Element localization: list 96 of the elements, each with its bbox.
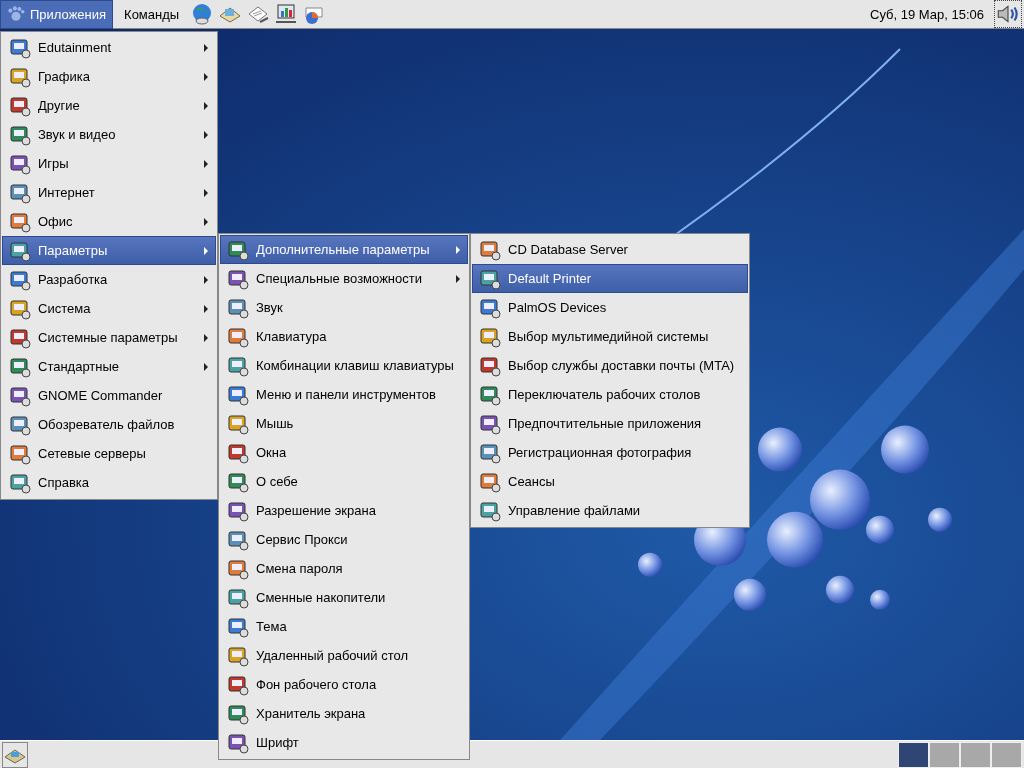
- clock[interactable]: Суб, 19 Мар, 15:06: [864, 6, 990, 22]
- application-icon: [479, 499, 501, 522]
- volume-icon[interactable]: [994, 0, 1022, 28]
- menu-item[interactable]: Сменные накопители: [220, 583, 468, 612]
- menu-item[interactable]: Фон рабочего стола: [220, 670, 468, 699]
- application-icon: [9, 36, 31, 59]
- menu-item[interactable]: Специальные возможности: [220, 264, 468, 293]
- application-icon: [9, 297, 31, 320]
- menu-item[interactable]: Разработка: [2, 265, 216, 294]
- application-icon: [227, 238, 249, 261]
- menu-item[interactable]: Мышь: [220, 409, 468, 438]
- menu-item[interactable]: Меню и панели инструментов: [220, 380, 468, 409]
- menu-item[interactable]: Шрифт: [220, 728, 468, 757]
- application-icon: [479, 267, 501, 290]
- menu-item[interactable]: Клавиатура: [220, 322, 468, 351]
- desktop-icon[interactable]: [2, 741, 28, 768]
- menu-item[interactable]: Edutainment: [2, 33, 216, 62]
- menu-item[interactable]: Офис: [2, 207, 216, 236]
- application-icon: [227, 470, 249, 493]
- application-icon: [9, 326, 31, 349]
- menu-item[interactable]: Сервис Прокси: [220, 525, 468, 554]
- application-icon: [9, 181, 31, 204]
- menu-item[interactable]: Сеансы: [472, 467, 748, 496]
- workspace[interactable]: [898, 741, 929, 768]
- menu-item[interactable]: Default Printer: [472, 264, 748, 293]
- application-icon: [479, 354, 501, 377]
- application-icon: [9, 94, 31, 117]
- menu-item[interactable]: GNOME Commander: [2, 381, 216, 410]
- menu-item[interactable]: Система: [2, 294, 216, 323]
- menu-item[interactable]: Сетевые серверы: [2, 439, 216, 468]
- application-icon: [227, 325, 249, 348]
- menu-item[interactable]: Обозреватель файлов: [2, 410, 216, 439]
- menu-item[interactable]: Выбор мультимедийной системы: [472, 322, 748, 351]
- application-icon: [227, 296, 249, 319]
- menu-item[interactable]: Системные параметры: [2, 323, 216, 352]
- menu-item[interactable]: Удаленный рабочий стол: [220, 641, 468, 670]
- menu-item[interactable]: Справка: [2, 468, 216, 497]
- application-icon: [479, 296, 501, 319]
- application-icon: [227, 644, 249, 667]
- application-icon: [227, 441, 249, 464]
- application-icon: [227, 731, 249, 754]
- menu-item[interactable]: Предпочтительные приложения: [472, 409, 748, 438]
- application-icon: [9, 268, 31, 291]
- application-icon: [9, 123, 31, 146]
- menu-item[interactable]: Регистрационная фотография: [472, 438, 748, 467]
- menu-item[interactable]: Интернет: [2, 178, 216, 207]
- application-icon: [227, 673, 249, 696]
- application-icon: [479, 470, 501, 493]
- panel-menu[interactable]: Команды: [117, 0, 187, 29]
- application-icon: [9, 442, 31, 465]
- menu-item[interactable]: Другие: [2, 91, 216, 120]
- menu-item[interactable]: Звук и видео: [2, 120, 216, 149]
- menu-item[interactable]: Хранитель экрана: [220, 699, 468, 728]
- menu-item[interactable]: PalmOS Devices: [472, 293, 748, 322]
- application-icon: [227, 412, 249, 435]
- menu-item[interactable]: О себе: [220, 467, 468, 496]
- menu-item[interactable]: Графика: [2, 62, 216, 91]
- application-icon: [479, 325, 501, 348]
- menu-item[interactable]: Управление файлами: [472, 496, 748, 525]
- application-icon: [9, 65, 31, 88]
- application-icon: [227, 383, 249, 406]
- application-icon: [479, 383, 501, 406]
- application-icon: [9, 384, 31, 407]
- menu-item[interactable]: Выбор службы доставки почты (MTA): [472, 351, 748, 380]
- application-icon: [9, 239, 31, 262]
- application-icon: [479, 412, 501, 435]
- panel-menu[interactable]: Приложения: [0, 0, 114, 29]
- menu-item[interactable]: Звук: [220, 293, 468, 322]
- menu-item[interactable]: Смена пароля: [220, 554, 468, 583]
- application-icon: [227, 499, 249, 522]
- menu-item[interactable]: CD Database Server: [472, 235, 748, 264]
- menu-item[interactable]: Параметры: [2, 236, 216, 265]
- menu-item[interactable]: Переключатель рабочих столов: [472, 380, 748, 409]
- menu-item[interactable]: Дополнительные параметры: [220, 235, 468, 264]
- application-icon: [227, 354, 249, 377]
- application-icon: [227, 615, 249, 638]
- application-icon: [227, 702, 249, 725]
- menu-item[interactable]: Окна: [220, 438, 468, 467]
- menu-item[interactable]: Комбинации клавиш клавиатуры: [220, 351, 468, 380]
- menu-item[interactable]: Стандартные: [2, 352, 216, 381]
- menu-item[interactable]: Игры: [2, 149, 216, 178]
- application-icon: [227, 557, 249, 580]
- menu-item[interactable]: Разрешение экрана: [220, 496, 468, 525]
- application-icon: [227, 528, 249, 551]
- application-icon: [227, 586, 249, 609]
- application-icon: [9, 152, 31, 175]
- presentation-icon[interactable]: [274, 2, 299, 26]
- foot-icon: [7, 5, 25, 23]
- application-icon: [9, 413, 31, 436]
- application-icon: [479, 441, 501, 464]
- application-icon: [9, 355, 31, 378]
- application-icon: [9, 471, 31, 494]
- menu-item[interactable]: Тема: [220, 612, 468, 641]
- application-icon: [9, 210, 31, 233]
- application-icon: [479, 238, 501, 261]
- application-icon: [227, 267, 249, 290]
